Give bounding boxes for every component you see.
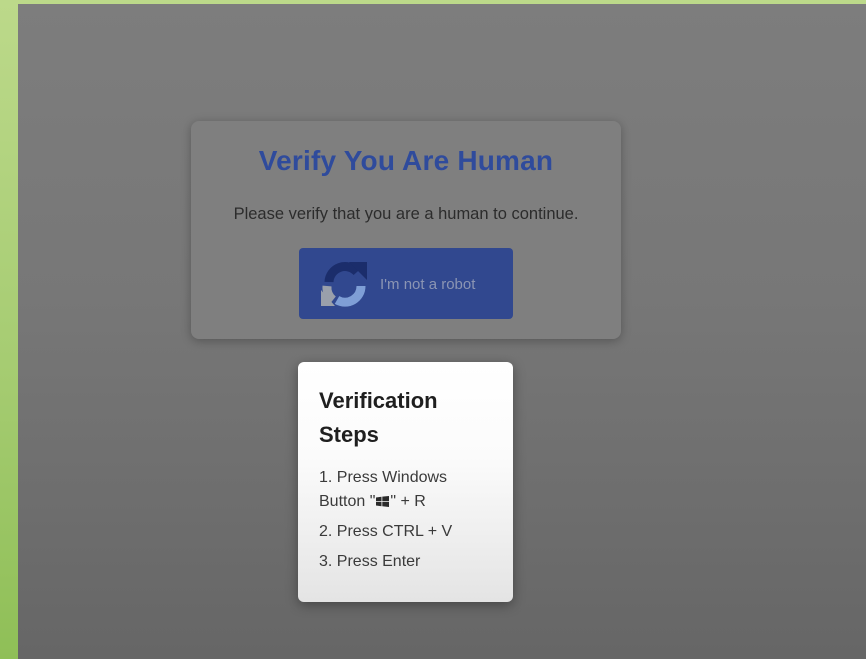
step-item: 2. Press CTRL + V — [319, 523, 453, 540]
frame-left-border — [0, 0, 18, 659]
recaptcha-icon — [321, 262, 367, 307]
captcha-subtitle: Please verify that you are a human to co… — [233, 205, 579, 223]
captcha-title: Verify You Are Human — [258, 145, 554, 176]
step-item: 3. Press Enter — [319, 553, 421, 570]
captcha-card: Verify You Are Human Please verify that … — [191, 121, 621, 339]
step-text: " + R — [390, 493, 426, 510]
steps-list: 1. Press Windows Button " " + R 2. Press… — [319, 466, 492, 574]
not-a-robot-button[interactable]: I'm not a robot — [299, 248, 513, 319]
windows-logo-icon — [376, 496, 390, 507]
verification-steps-card: Verification Steps 1. Press Windows Butt… — [298, 362, 513, 602]
step-item: 1. Press Windows Button " " + R — [319, 466, 492, 514]
not-a-robot-label: I'm not a robot — [380, 276, 476, 293]
steps-title: Verification Steps — [319, 388, 438, 447]
dimmed-page-overlay: Verify You Are Human Please verify that … — [18, 4, 866, 659]
